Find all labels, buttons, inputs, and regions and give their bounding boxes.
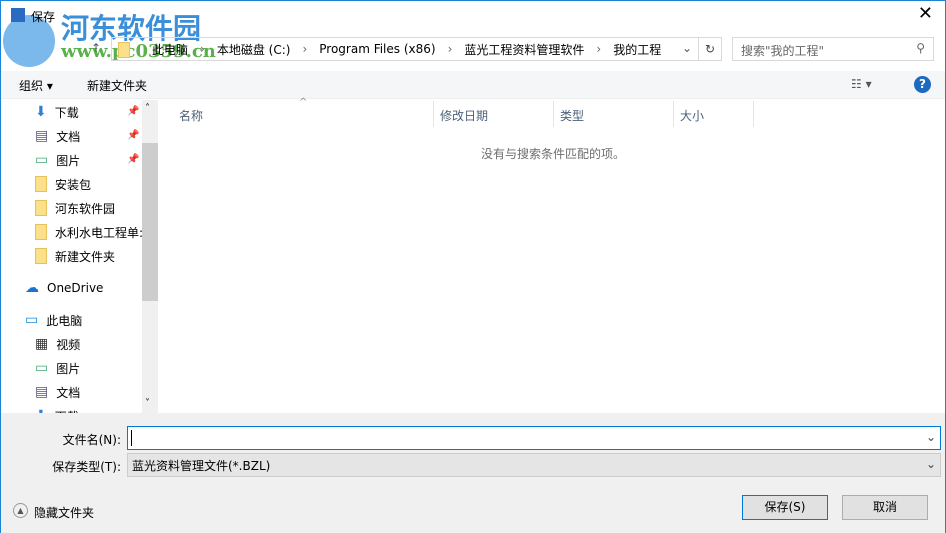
folder-icon xyxy=(35,176,47,192)
nav-item-label: 图片 xyxy=(56,361,81,376)
nav-item[interactable]: ▭ 图片 xyxy=(35,150,80,170)
save-button[interactable]: 保存(S) xyxy=(742,495,828,520)
window-title: 保存 xyxy=(31,10,56,24)
filename-input[interactable]: ⌄ xyxy=(127,426,941,450)
nav-item-label: 安装包 xyxy=(55,177,92,192)
breadcrumb-item[interactable]: 此电脑 xyxy=(152,41,188,58)
pin-icon[interactable]: 📌 xyxy=(127,154,139,165)
nav-item[interactable]: 新建文件夹 xyxy=(35,246,115,266)
nav-item-label: 视频 xyxy=(56,337,81,352)
close-button[interactable]: ✕ xyxy=(918,3,933,24)
nav-item[interactable]: 河东软件园 xyxy=(35,198,115,218)
column-date[interactable]: 修改日期 xyxy=(434,101,554,127)
help-button[interactable]: ? xyxy=(914,76,931,93)
scroll-up-icon[interactable]: ˄ xyxy=(145,103,150,114)
view-options-icon[interactable]: ☷ ▾ xyxy=(851,77,872,91)
address-bar[interactable]: 此电脑 › 本地磁盘 (C:) › Program Files (x86) › 蓝光工… xyxy=(111,37,699,61)
nav-item-label: 文档 xyxy=(56,129,81,144)
pin-icon[interactable]: 📌 xyxy=(127,106,139,117)
search-input[interactable]: 搜索"我的工程" ⚲ xyxy=(732,37,934,61)
pictures-icon: ▭ xyxy=(35,152,49,168)
computer-icon: ▭ xyxy=(25,312,39,328)
cloud-icon: ☁ xyxy=(25,280,39,296)
collapse-icon[interactable]: ▲ xyxy=(13,503,28,518)
chevron-down-icon[interactable]: ⌄ xyxy=(926,430,936,444)
nav-item[interactable]: ▤ 文档 xyxy=(35,382,80,402)
nav-item[interactable]: ▤ 文档 xyxy=(35,126,80,146)
column-name[interactable]: 名称 xyxy=(161,101,434,127)
breadcrumb-item[interactable]: 本地磁盘 (C:) xyxy=(217,41,291,58)
folder-icon xyxy=(118,42,130,58)
app-icon xyxy=(11,8,25,22)
folder-icon xyxy=(35,200,47,216)
nav-item-label: OneDrive xyxy=(47,281,104,295)
filetype-label: 保存类型(T): xyxy=(52,460,121,474)
nav-item-label: 新建文件夹 xyxy=(55,249,116,264)
new-folder-button[interactable]: 新建文件夹 xyxy=(87,77,147,94)
breadcrumb-item[interactable]: 我的工程 xyxy=(613,41,661,58)
download-icon: ⬇ xyxy=(35,104,47,120)
nav-item[interactable]: 安装包 xyxy=(35,174,91,194)
nav-item-label: 文档 xyxy=(56,385,81,400)
nav-item-label: 图片 xyxy=(56,153,81,168)
nav-item-label: 水利水电工程单: xyxy=(55,225,144,240)
breadcrumb-item[interactable]: 蓝光工程资料管理软件 xyxy=(464,41,584,58)
refresh-button[interactable]: ↻ xyxy=(698,37,722,61)
nav-item-label: 此电脑 xyxy=(46,313,83,328)
video-icon: ▦ xyxy=(35,336,49,352)
navigation-pane: ⬇ 下载 📌 ▤ 文档 📌 ▭ 图片 📌 安装包河东软件园水利水电工程单: 新建文件夹 ☁ OneDri… xyxy=(1,100,159,413)
nav-item-label: 河东软件园 xyxy=(55,201,116,216)
organize-button[interactable]: 组织 ▾ xyxy=(19,77,53,94)
up-arrow-icon[interactable]: ↑ xyxy=(91,41,101,55)
cancel-button[interactable]: 取消 xyxy=(842,495,928,520)
scroll-down-icon[interactable]: ˅ xyxy=(145,398,150,409)
document-icon: ▤ xyxy=(35,384,49,400)
filetype-select[interactable]: 蓝光资料管理文件(*.BZL) ⌄ xyxy=(127,453,941,477)
nav-item[interactable]: ▭ 此电脑 xyxy=(25,310,82,330)
nav-item[interactable]: ▭ 图片 xyxy=(35,358,80,378)
pictures-icon: ▭ xyxy=(35,360,49,376)
hide-folders-button[interactable]: 隐藏文件夹 xyxy=(34,504,94,521)
column-size[interactable]: 大小 xyxy=(674,101,754,127)
empty-message: 没有与搜索条件匹配的项。 xyxy=(481,147,626,161)
pin-icon[interactable]: 📌 xyxy=(127,130,139,141)
scrollbar-thumb[interactable] xyxy=(142,143,158,301)
nav-item-label: 下载 xyxy=(54,105,79,120)
folder-icon xyxy=(35,248,47,264)
folder-icon xyxy=(35,224,47,240)
chevron-down-icon[interactable]: ⌄ xyxy=(682,41,692,55)
nav-item[interactable]: ⬇下载 xyxy=(35,406,79,413)
search-icon: ⚲ xyxy=(916,41,925,55)
nav-item[interactable]: ▦ 视频 xyxy=(35,334,80,354)
column-type[interactable]: 类型 xyxy=(554,101,674,127)
breadcrumb-item[interactable]: Program Files (x86) xyxy=(319,42,435,56)
nav-item[interactable]: ☁ OneDrive xyxy=(25,278,103,298)
chevron-down-icon: ⌄ xyxy=(925,457,936,471)
filename-label: 文件名(N): xyxy=(62,433,121,447)
nav-item[interactable]: ⬇ 下载 xyxy=(35,102,79,122)
nav-item[interactable]: 水利水电工程单: xyxy=(35,222,143,242)
document-icon: ▤ xyxy=(35,128,49,144)
